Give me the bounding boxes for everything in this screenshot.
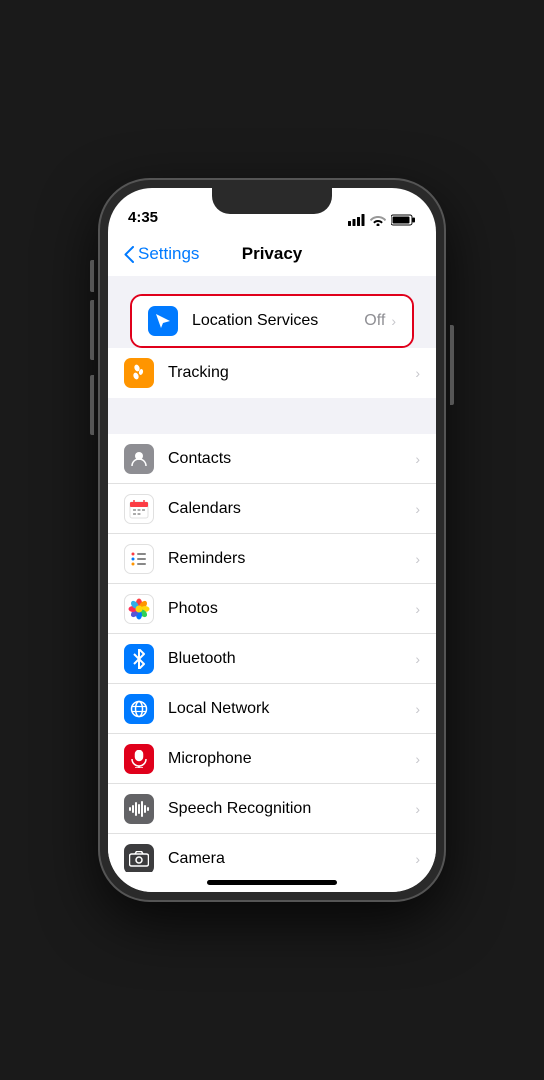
back-chevron-icon (124, 246, 134, 263)
photos-icon (124, 594, 154, 624)
back-label: Settings (138, 244, 199, 264)
microphone-label: Microphone (168, 750, 415, 768)
home-indicator (207, 880, 337, 885)
contacts-label: Contacts (168, 450, 415, 468)
tracking-chevron: › (415, 365, 420, 381)
privacy-items-section: Contacts › (108, 434, 436, 872)
reminders-icon (124, 544, 154, 574)
volume-down-button (90, 375, 94, 435)
person-icon (130, 450, 148, 468)
calendar-icon (129, 499, 149, 519)
local-network-item[interactable]: Local Network › (108, 684, 436, 734)
photos-chevron: › (415, 601, 420, 617)
calendars-item[interactable]: Calendars › (108, 484, 436, 534)
local-network-chevron: › (415, 701, 420, 717)
speech-recognition-item[interactable]: Speech Recognition › (108, 784, 436, 834)
waveform-icon (129, 801, 149, 817)
location-services-icon (148, 306, 178, 336)
speech-recognition-label: Speech Recognition (168, 800, 415, 818)
contacts-item[interactable]: Contacts › (108, 434, 436, 484)
phone-screen: 4:35 (108, 188, 436, 892)
signal-icon (348, 214, 365, 226)
status-icons (348, 214, 416, 226)
tracking-item[interactable]: Tracking › (108, 348, 436, 398)
bluetooth-item[interactable]: Bluetooth › (108, 634, 436, 684)
photos-item[interactable]: Photos › (108, 584, 436, 634)
contacts-icon (124, 444, 154, 474)
content-area: Location Services Off › (108, 276, 436, 872)
tracking-footprint-icon (130, 364, 148, 382)
calendars-label: Calendars (168, 500, 415, 518)
bluetooth-symbol-icon (132, 649, 146, 669)
notch (212, 188, 332, 214)
bluetooth-label: Bluetooth (168, 650, 415, 668)
speech-recognition-icon (124, 794, 154, 824)
microphone-icon (124, 744, 154, 774)
status-time: 4:35 (128, 209, 158, 226)
calendars-chevron: › (415, 501, 420, 517)
nav-bar: Settings Privacy (108, 232, 436, 276)
camera-item[interactable]: Camera › (108, 834, 436, 872)
globe-icon (130, 700, 148, 718)
local-network-label: Local Network (168, 700, 415, 718)
camera-label: Camera (168, 850, 415, 868)
volume-silent-button (90, 260, 94, 292)
location-services-chevron: › (391, 313, 396, 329)
location-arrow-icon (154, 312, 172, 330)
reminders-item[interactable]: Reminders › (108, 534, 436, 584)
calendars-icon (124, 494, 154, 524)
microphone-symbol-icon (131, 750, 147, 768)
contacts-chevron: › (415, 451, 420, 467)
speech-recognition-chevron: › (415, 801, 420, 817)
reminders-chevron: › (415, 551, 420, 567)
photos-flower-icon (128, 598, 150, 620)
volume-up-button (90, 300, 94, 360)
wifi-icon (370, 214, 386, 226)
phone-frame: 4:35 (100, 180, 444, 900)
location-services-value: Off (364, 312, 385, 330)
microphone-item[interactable]: Microphone › (108, 734, 436, 784)
photos-label: Photos (168, 600, 415, 618)
tracking-icon (124, 358, 154, 388)
tracking-label: Tracking (168, 364, 415, 382)
reminders-label: Reminders (168, 550, 415, 568)
microphone-chevron: › (415, 751, 420, 767)
location-services-label: Location Services (192, 312, 364, 330)
camera-symbol-icon (129, 851, 149, 867)
battery-icon (391, 214, 416, 226)
reminders-list-icon (129, 549, 149, 569)
page-title: Privacy (242, 244, 303, 264)
back-button[interactable]: Settings (124, 244, 199, 264)
camera-icon (124, 844, 154, 873)
bottom-bar (108, 872, 436, 892)
location-services-item[interactable]: Location Services Off › (132, 296, 412, 346)
power-button (450, 325, 454, 405)
bluetooth-icon (124, 644, 154, 674)
local-network-icon (124, 694, 154, 724)
camera-chevron: › (415, 851, 420, 867)
bluetooth-chevron: › (415, 651, 420, 667)
location-services-highlight: Location Services Off › (130, 294, 414, 348)
